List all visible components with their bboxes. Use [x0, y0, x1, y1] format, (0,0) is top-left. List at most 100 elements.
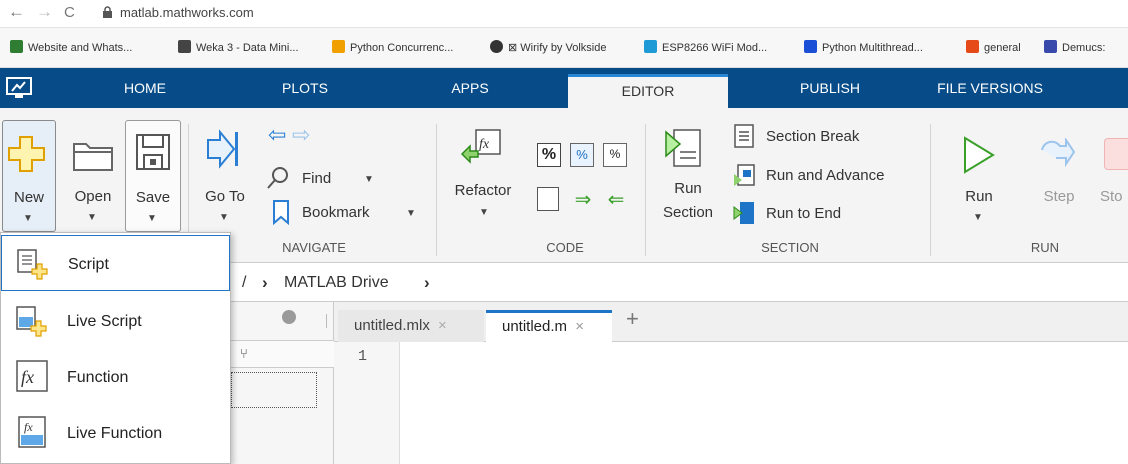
close-tab-icon[interactable]: × [575, 318, 584, 335]
tab-plots[interactable]: PLOTS [275, 80, 335, 96]
tab-home[interactable]: HOME [115, 80, 175, 96]
editor-tab-bar: untitled.mlx × untitled.m × + [326, 302, 1128, 342]
section-break-icon [734, 124, 754, 148]
bookmark-item[interactable]: Demucs: [1044, 40, 1105, 54]
chevron-down-icon: ▼ [219, 212, 229, 223]
refactor-button[interactable]: Refactor [448, 182, 518, 199]
find-magnifier-icon [267, 167, 288, 189]
bookmark-item[interactable]: Python Concurrenc... [332, 40, 453, 54]
path-root-separator[interactable]: / [242, 274, 246, 292]
tab-strip-grip-icon [326, 314, 336, 328]
close-tab-icon[interactable]: × [438, 317, 447, 334]
go-to-icon[interactable] [206, 128, 240, 170]
git-branch-icon[interactable]: ⑂ [240, 346, 248, 361]
chevron-down-icon: ▼ [147, 213, 157, 224]
new-label: New [13, 189, 44, 206]
run-and-advance-button[interactable]: Run and Advance [766, 167, 884, 184]
reload-icon[interactable]: C [64, 4, 75, 21]
bookmark-item[interactable]: ESP8266 WiFi Mod... [644, 40, 767, 54]
back-arrow-icon[interactable]: ⇦ [268, 122, 286, 148]
url-field[interactable]: matlab.mathworks.com [120, 5, 254, 20]
panel-options-icon[interactable] [282, 310, 296, 324]
group-label-run: RUN [1030, 240, 1060, 255]
chevron-down-icon: ▼ [479, 207, 489, 218]
group-label-section: SECTION [761, 240, 819, 255]
save-disk-icon [136, 134, 170, 170]
forward-arrow-icon[interactable]: ⇨ [292, 122, 310, 148]
folder-icon [73, 143, 113, 171]
ribbon-tab-bar: HOME PLOTS APPS EDITOR PUBLISH FILE VERS… [0, 68, 1128, 108]
step-button[interactable]: Step [1036, 188, 1082, 205]
line-number-gutter: 1 [334, 342, 400, 464]
group-divider [930, 124, 931, 256]
add-tab-icon[interactable]: + [626, 306, 639, 332]
svg-text:fx: fx [479, 137, 490, 152]
bookmark-item[interactable]: Weka 3 - Data Mini... [178, 40, 299, 54]
live-script-icon [16, 306, 47, 337]
comment-percent-icon[interactable]: % [537, 143, 561, 167]
open-button[interactable]: Open [66, 188, 120, 205]
run-play-icon[interactable] [962, 136, 996, 174]
svg-text:fx: fx [21, 367, 34, 387]
section-break-button[interactable]: Section Break [766, 128, 859, 145]
tab-apps[interactable]: APPS [440, 80, 500, 96]
run-button[interactable]: Run [956, 188, 1002, 205]
chevron-down-icon: ▼ [973, 212, 983, 223]
path-arrow[interactable]: › [424, 273, 430, 293]
indent-icon[interactable]: ⇒ [570, 187, 596, 211]
tab-file-versions[interactable]: FILE VERSIONS [930, 80, 1050, 96]
run-section-label-2[interactable]: Section [656, 204, 720, 221]
bookmark-item[interactable]: general [966, 40, 1021, 54]
browser-address-bar: ← → C matlab.mathworks.com [0, 0, 1128, 28]
group-divider [645, 124, 646, 256]
forward-icon[interactable]: → [36, 2, 53, 22]
bookmarks-bar: Website and Whats... Weka 3 - Data Mini.… [0, 28, 1128, 68]
tab-editor[interactable]: EDITOR [568, 74, 728, 108]
menu-item-live-script[interactable]: Live Script [1, 293, 230, 349]
uncomment-percent-icon[interactable]: % [570, 143, 594, 167]
refactor-fx-icon[interactable]: fx [460, 128, 504, 168]
decrease-indent-icon[interactable]: ⇐ [603, 187, 629, 211]
menu-item-script[interactable]: Script [1, 235, 230, 291]
go-to-button[interactable]: Go To [196, 188, 254, 205]
find-button[interactable]: Find [302, 170, 331, 187]
path-bar: / › MATLAB Drive › [230, 264, 1128, 302]
new-dropdown-menu: Script Live Script fx Function fx Live F… [0, 232, 231, 464]
stop-button[interactable]: Sto [1100, 188, 1123, 205]
line-number: 1 [358, 348, 368, 365]
bookmark-button[interactable]: Bookmark [302, 204, 370, 221]
stop-icon[interactable] [1104, 138, 1128, 170]
bookmark-item[interactable]: ⊠ Wirify by Volkside [490, 40, 606, 54]
current-folder-panel: ⑂ [230, 302, 334, 464]
menu-item-function[interactable]: fx Function [1, 349, 230, 405]
chevron-down-icon: ▼ [406, 208, 416, 219]
save-label: Save [135, 189, 171, 206]
script-icon [17, 249, 48, 280]
editor-tab-untitled-m[interactable]: untitled.m × [486, 310, 612, 342]
back-icon[interactable]: ← [8, 2, 25, 22]
run-to-end-icon [733, 202, 754, 224]
matlab-logo-icon [6, 77, 32, 98]
run-section-label-1[interactable]: Run [658, 180, 718, 197]
bookmark-item[interactable]: Website and Whats... [10, 40, 132, 54]
svg-text:fx: fx [24, 420, 33, 434]
run-section-icon[interactable] [664, 126, 704, 170]
chevron-down-icon: ▼ [23, 213, 33, 224]
path-folder-matlab-drive[interactable]: MATLAB Drive [284, 274, 389, 292]
tab-publish[interactable]: PUBLISH [790, 80, 870, 96]
editor-tab-untitled-mlx[interactable]: untitled.mlx × [338, 310, 484, 342]
path-arrow: › [262, 273, 268, 292]
wrap-comments-icon[interactable]: % [603, 143, 627, 167]
menu-item-live-function[interactable]: fx Live Function [1, 405, 230, 461]
step-icon[interactable] [1038, 138, 1076, 168]
code-editor[interactable] [334, 342, 1128, 464]
file-list-row[interactable] [231, 372, 317, 408]
live-function-icon: fx [18, 416, 46, 448]
lock-icon [103, 6, 112, 18]
bookmark-item[interactable]: Python Multithread... [804, 40, 923, 54]
smart-indent-icon[interactable] [537, 187, 559, 211]
new-button[interactable]: New ▼ [2, 120, 56, 232]
group-label-navigate: NAVIGATE [282, 240, 346, 255]
save-button[interactable]: Save ▼ [125, 120, 181, 232]
run-to-end-button[interactable]: Run to End [766, 205, 841, 222]
